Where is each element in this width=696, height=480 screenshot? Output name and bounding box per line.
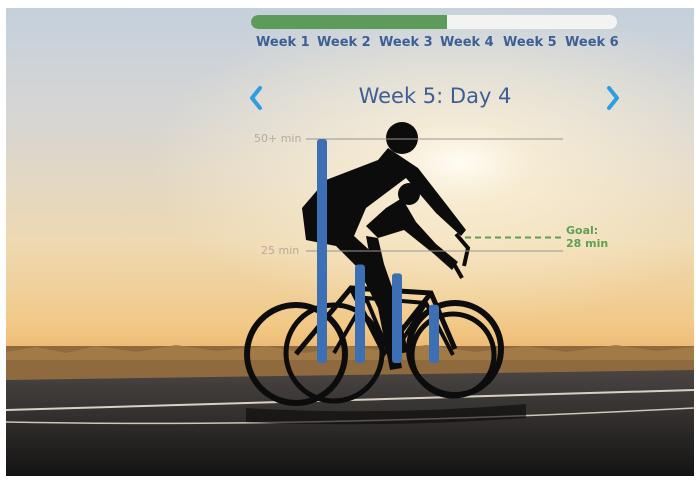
week-progress-bar bbox=[251, 15, 617, 29]
chevron-right-icon bbox=[607, 86, 619, 110]
y-tick-mid: 25 min bbox=[261, 244, 300, 257]
next-day-button[interactable] bbox=[603, 83, 623, 113]
workout-screen: Week 1 Week 2 Week 3 Week 4 Week 5 Week … bbox=[0, 0, 696, 480]
previous-day-button[interactable] bbox=[246, 83, 266, 113]
goal-annotation: Goal: 28 min bbox=[566, 224, 608, 250]
chevron-left-icon bbox=[250, 86, 262, 110]
goal-value: 28 min bbox=[566, 237, 609, 250]
goal-label: Goal: bbox=[566, 224, 599, 237]
week-label-2[interactable]: Week 2 bbox=[317, 35, 371, 50]
y-tick-max: 50+ min bbox=[254, 132, 302, 145]
week-label-3[interactable]: Week 3 bbox=[379, 35, 433, 50]
week-label-4[interactable]: Week 4 bbox=[440, 35, 494, 50]
week-labels: Week 1 Week 2 Week 3 Week 4 Week 5 Week … bbox=[251, 35, 621, 53]
week-label-1[interactable]: Week 1 bbox=[256, 35, 310, 50]
week-progress-fill bbox=[251, 15, 447, 29]
day-title: Week 5: Day 4 bbox=[358, 84, 512, 108]
week-label-5[interactable]: Week 5 bbox=[503, 35, 557, 50]
week-label-6[interactable]: Week 6 bbox=[565, 35, 619, 50]
